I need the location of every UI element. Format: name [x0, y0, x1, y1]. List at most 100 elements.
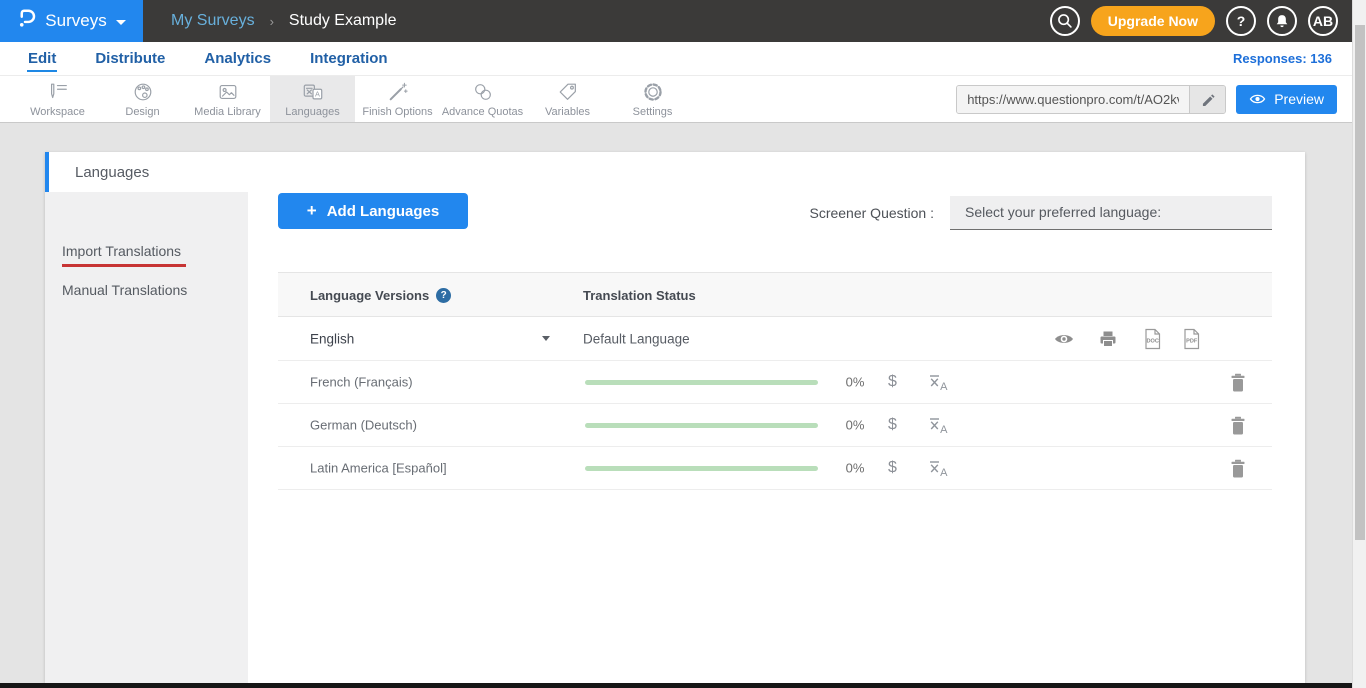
main-tabs: Edit Distribute Analytics Integration — [27, 45, 389, 72]
help-button[interactable]: ? — [1226, 6, 1256, 36]
languages-icon: A — [302, 81, 324, 103]
notifications-button[interactable] — [1267, 6, 1297, 36]
progress-percent: 0% — [838, 375, 872, 390]
paid-translation-icon[interactable]: $ — [888, 373, 897, 391]
chevron-down-icon — [116, 20, 126, 25]
toolbar-label: Variables — [545, 106, 590, 118]
header-actions: Upgrade Now ? AB — [1050, 6, 1338, 36]
progress-percent: 0% — [838, 461, 872, 476]
delete-language-icon[interactable] — [1230, 416, 1246, 435]
upgrade-now-button[interactable]: Upgrade Now — [1091, 6, 1215, 36]
delete-language-icon[interactable] — [1230, 373, 1246, 392]
toolbar-label: Advance Quotas — [442, 106, 523, 118]
svg-text:A: A — [940, 424, 948, 435]
toolbar-label: Finish Options — [362, 106, 432, 118]
preview-button[interactable]: Preview — [1236, 85, 1337, 114]
progress-percent: 0% — [838, 418, 872, 433]
search-icon — [1055, 11, 1075, 31]
language-dropdown-caret-icon[interactable] — [542, 336, 550, 341]
preview-label: Preview — [1274, 91, 1324, 107]
edit-url-button[interactable] — [1189, 86, 1225, 113]
language-name: German (Deutsch) — [310, 418, 417, 433]
add-languages-label: Add Languages — [327, 203, 440, 220]
export-doc-icon[interactable]: DOC — [1142, 328, 1163, 350]
preview-eye-icon — [1249, 92, 1266, 106]
svg-text:PDF: PDF — [1186, 339, 1198, 345]
toolbar-item-variables[interactable]: Variables — [525, 76, 610, 122]
default-language-label: Default Language — [583, 331, 690, 346]
toolbar-item-advance-quotas[interactable]: Advance Quotas — [440, 76, 525, 122]
svg-text:A: A — [314, 89, 319, 98]
active-section-indicator — [45, 152, 49, 192]
toolbar-label: Settings — [633, 106, 673, 118]
screener-question-select[interactable]: Select your preferred language: — [950, 196, 1272, 230]
toolbar-label: Workspace — [30, 106, 85, 118]
toolbar-item-workspace[interactable]: Workspace — [15, 76, 100, 122]
help-icon[interactable]: ? — [436, 288, 451, 303]
questionpro-logo-icon — [17, 8, 36, 34]
languages-table: Language Versions ? Translation Status E… — [278, 272, 1272, 490]
variables-tag-icon — [557, 81, 579, 103]
paid-translation-icon[interactable]: $ — [888, 459, 897, 477]
survey-url-group — [956, 85, 1226, 114]
svg-text:DOC: DOC — [1146, 339, 1158, 345]
toolbar-label: Design — [125, 106, 159, 118]
survey-toolbar: Workspace Design Media Library A Languag… — [0, 76, 1366, 123]
search-button[interactable] — [1050, 6, 1080, 36]
table-row-latin-america: Latin America [Español] 0% $ A — [278, 447, 1272, 490]
export-pdf-icon[interactable]: PDF — [1181, 328, 1202, 350]
survey-url-input[interactable] — [957, 86, 1189, 113]
auto-translate-icon[interactable]: A — [928, 373, 950, 392]
toolbar-label: Languages — [285, 106, 339, 118]
breadcrumb-my-surveys[interactable]: My Surveys — [171, 12, 255, 30]
toolbar-item-languages[interactable]: A Languages — [270, 76, 355, 122]
table-row-german: German (Deutsch) 0% $ A — [278, 404, 1272, 447]
scrollbar-thumb[interactable] — [1355, 25, 1365, 540]
tab-edit[interactable]: Edit — [27, 45, 57, 72]
tab-distribute[interactable]: Distribute — [94, 45, 166, 72]
language-name: English — [310, 331, 354, 346]
auto-translate-icon[interactable]: A — [928, 459, 950, 478]
sidebar-item-manual-translations[interactable]: Manual Translations — [62, 282, 187, 298]
auto-translate-icon[interactable]: A — [928, 416, 950, 435]
avatar[interactable]: AB — [1308, 6, 1338, 36]
language-name: French (Français) — [310, 375, 413, 390]
sidebar-item-import-translations[interactable]: Import Translations — [62, 243, 181, 259]
top-header: Surveys My Surveys › Study Example Upgra… — [0, 0, 1366, 42]
column-header-translation-status: Translation Status — [583, 288, 696, 303]
add-languages-button[interactable]: + Add Languages — [278, 193, 468, 229]
delete-language-icon[interactable] — [1230, 459, 1246, 478]
paid-translation-icon[interactable]: $ — [888, 416, 897, 434]
translation-progress-bar — [585, 466, 818, 471]
plus-icon: + — [307, 201, 317, 221]
languages-sidebar: Import Translations Manual Translations — [45, 192, 248, 683]
column-header-language-versions: Language Versions ? — [310, 288, 451, 303]
tab-analytics[interactable]: Analytics — [203, 45, 272, 72]
toolbar-right-group: Preview — [956, 76, 1337, 122]
surveys-menu-button[interactable]: Surveys — [0, 0, 143, 42]
print-icon[interactable] — [1098, 330, 1118, 348]
workspace-icon — [47, 81, 69, 103]
finish-options-wand-icon — [387, 81, 409, 103]
page-scrollbar[interactable] — [1352, 0, 1366, 688]
settings-gear-icon — [642, 81, 664, 103]
design-palette-icon — [132, 81, 154, 103]
toolbar-label: Media Library — [194, 106, 261, 118]
advance-quotas-links-icon — [472, 81, 494, 103]
toolbar-item-design[interactable]: Design — [100, 76, 185, 122]
tab-integration[interactable]: Integration — [309, 45, 389, 72]
toolbar-item-finish-options[interactable]: Finish Options — [355, 76, 440, 122]
toolbar-item-media-library[interactable]: Media Library — [185, 76, 270, 122]
languages-panel: Languages Import Translations Manual Tra… — [45, 152, 1305, 683]
page-title: Languages — [75, 164, 149, 181]
table-row-french: French (Français) 0% $ A — [278, 361, 1272, 404]
view-survey-icon[interactable] — [1053, 330, 1075, 348]
responses-count[interactable]: Responses: 136 — [1233, 51, 1332, 66]
pencil-icon — [1200, 91, 1216, 107]
table-row-english: English Default Language DOC PDF — [278, 317, 1272, 361]
table-header-row: Language Versions ? Translation Status — [278, 272, 1272, 317]
toolbar-item-settings[interactable]: Settings — [610, 76, 695, 122]
tab-bar: Edit Distribute Analytics Integration Re… — [0, 42, 1366, 76]
import-translations-red-underline — [62, 264, 186, 267]
translation-progress-bar — [585, 423, 818, 428]
